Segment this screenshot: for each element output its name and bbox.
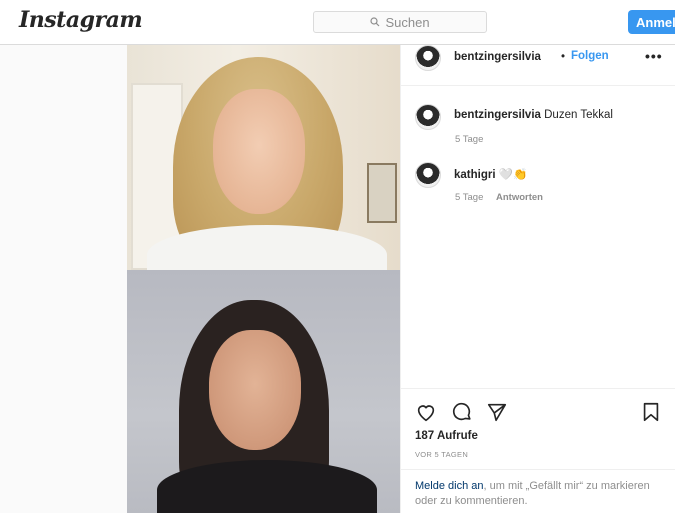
comment-username[interactable]: kathigri [454, 169, 496, 181]
background-frame [367, 163, 397, 223]
reply-button[interactable]: Antworten [496, 192, 543, 203]
avatar[interactable] [415, 162, 441, 188]
view-count: 187 Aufrufe [415, 430, 478, 442]
bookmark-icon[interactable] [640, 401, 662, 423]
person-shirt [157, 460, 377, 513]
comment-age: 5 Tage [455, 192, 484, 203]
divider [401, 85, 675, 86]
share-icon[interactable] [486, 401, 508, 423]
comment-username[interactable]: bentzingersilvia [454, 109, 541, 121]
avatar[interactable] [415, 45, 441, 71]
comment-text: Duzen Tekkal [544, 109, 613, 121]
avatar[interactable] [415, 104, 441, 130]
live-video[interactable] [127, 45, 400, 513]
more-options-icon[interactable]: ••• [645, 48, 663, 64]
comment-icon[interactable] [451, 401, 473, 423]
comment-text: 🤍👏 [498, 169, 528, 181]
separator-dot: • [561, 51, 566, 63]
search-placeholder: Suchen [385, 14, 430, 30]
top-navigation: Instagram Suchen Anmeld [0, 0, 675, 45]
video-panel-top [127, 45, 400, 285]
author-username[interactable]: bentzingersilvia [454, 51, 541, 63]
post-actions: 187 Aufrufe VOR 5 TAGEN Melde dich an, u… [401, 388, 675, 513]
person-face [209, 330, 301, 450]
search-icon [370, 17, 380, 27]
instagram-logo[interactable]: Instagram [19, 7, 143, 33]
follow-button[interactable]: Folgen [571, 50, 609, 62]
person-face [213, 89, 305, 214]
heart-icon[interactable] [415, 401, 437, 423]
post-header: bentzingersilvia • Folgen ••• [401, 45, 675, 89]
post-timestamp: VOR 5 TAGEN [415, 450, 469, 459]
search-input[interactable]: Suchen [313, 11, 487, 33]
login-button[interactable]: Anmeld [628, 10, 675, 34]
post-sidebar: bentzingersilvia • Folgen ••• bentzinger… [400, 45, 675, 513]
video-panel-bottom [127, 270, 400, 513]
login-prompt: Melde dich an, um mit „Gefällt mir“ zu m… [401, 469, 675, 509]
comment-age: 5 Tage [455, 134, 484, 145]
login-link[interactable]: Melde dich an [415, 480, 484, 492]
